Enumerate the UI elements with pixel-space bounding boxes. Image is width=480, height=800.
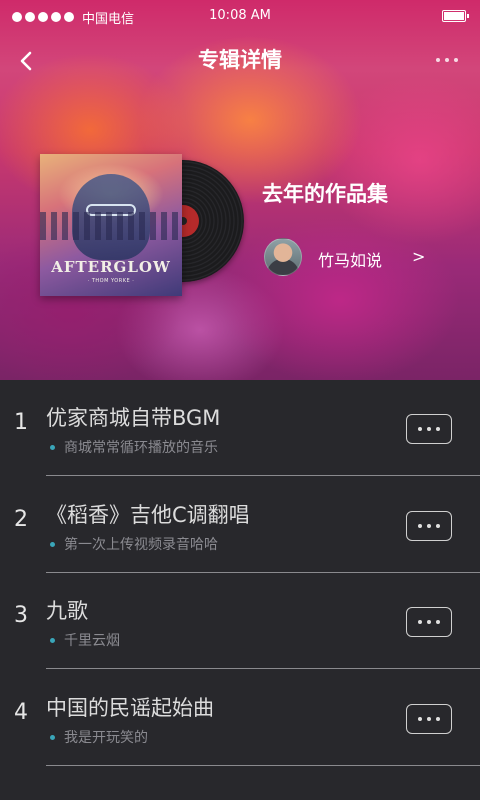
navigation-bar: 专辑详情	[0, 34, 480, 88]
song-more-button[interactable]	[406, 704, 452, 734]
song-subtitle: 商城常常循环播放的音乐	[64, 440, 218, 456]
song-number: 2	[14, 507, 28, 532]
cover-art-title: AFTERGLOW	[51, 258, 171, 276]
bullet-dot-icon	[50, 638, 55, 643]
song-subtitle: 我是开玩笑的	[64, 730, 148, 746]
status-bar: 中国电信 10:08 AM	[0, 0, 480, 34]
song-title[interactable]: 九歌	[46, 595, 88, 625]
song-title[interactable]: 《稻香》吉他C调翻唱	[46, 499, 250, 529]
song-title[interactable]: 中国的民谣起始曲	[46, 692, 214, 722]
chevron-right-icon[interactable]: >	[412, 247, 425, 266]
battery-icon	[442, 10, 469, 22]
bullet-dot-icon	[50, 735, 55, 740]
song-more-button[interactable]	[406, 607, 452, 637]
song-item[interactable]: 1 优家商城自带BGM 商城常常循环播放的音乐	[0, 380, 480, 476]
song-more-button[interactable]	[406, 414, 452, 444]
divider	[46, 475, 480, 476]
song-number: 1	[14, 410, 28, 435]
avatar[interactable]	[264, 238, 302, 276]
divider	[46, 668, 480, 669]
song-title[interactable]: 优家商城自带BGM	[46, 402, 220, 432]
status-time: 10:08 AM	[209, 8, 271, 23]
artist-name[interactable]: 竹马如说	[318, 247, 382, 271]
song-item[interactable]: 4 中国的民谣起始曲 我是开玩笑的	[0, 670, 480, 766]
song-item[interactable]: 3 九歌 千里云烟	[0, 573, 480, 669]
more-dots-icon[interactable]	[436, 58, 458, 62]
album-title: 去年的作品集	[262, 182, 388, 206]
album-cover[interactable]: AFTERGLOW · THOM YORKE ·	[40, 154, 182, 296]
song-list: 1 优家商城自带BGM 商城常常循环播放的音乐 2 《稻香》吉他C调翻唱 第一次…	[0, 380, 480, 800]
song-number: 3	[14, 603, 28, 628]
song-subtitle: 第一次上传视频录音哈哈	[64, 537, 218, 553]
page-title: 专辑详情	[198, 48, 282, 72]
song-more-button[interactable]	[406, 511, 452, 541]
artist-link[interactable]: 竹马如说 >	[264, 238, 434, 276]
song-item[interactable]: 2 《稻香》吉他C调翻唱 第一次上传视频录音哈哈	[0, 477, 480, 573]
song-number: 4	[14, 700, 28, 725]
album-header-background: 中国电信 10:08 AM 专辑详情 AFTERGLOW · THOM YORK…	[0, 0, 480, 380]
song-subtitle: 千里云烟	[64, 633, 120, 649]
bullet-dot-icon	[50, 542, 55, 547]
cover-art-subtitle: · THOM YORKE ·	[87, 278, 135, 284]
divider	[46, 765, 480, 766]
bullet-dot-icon	[50, 445, 55, 450]
